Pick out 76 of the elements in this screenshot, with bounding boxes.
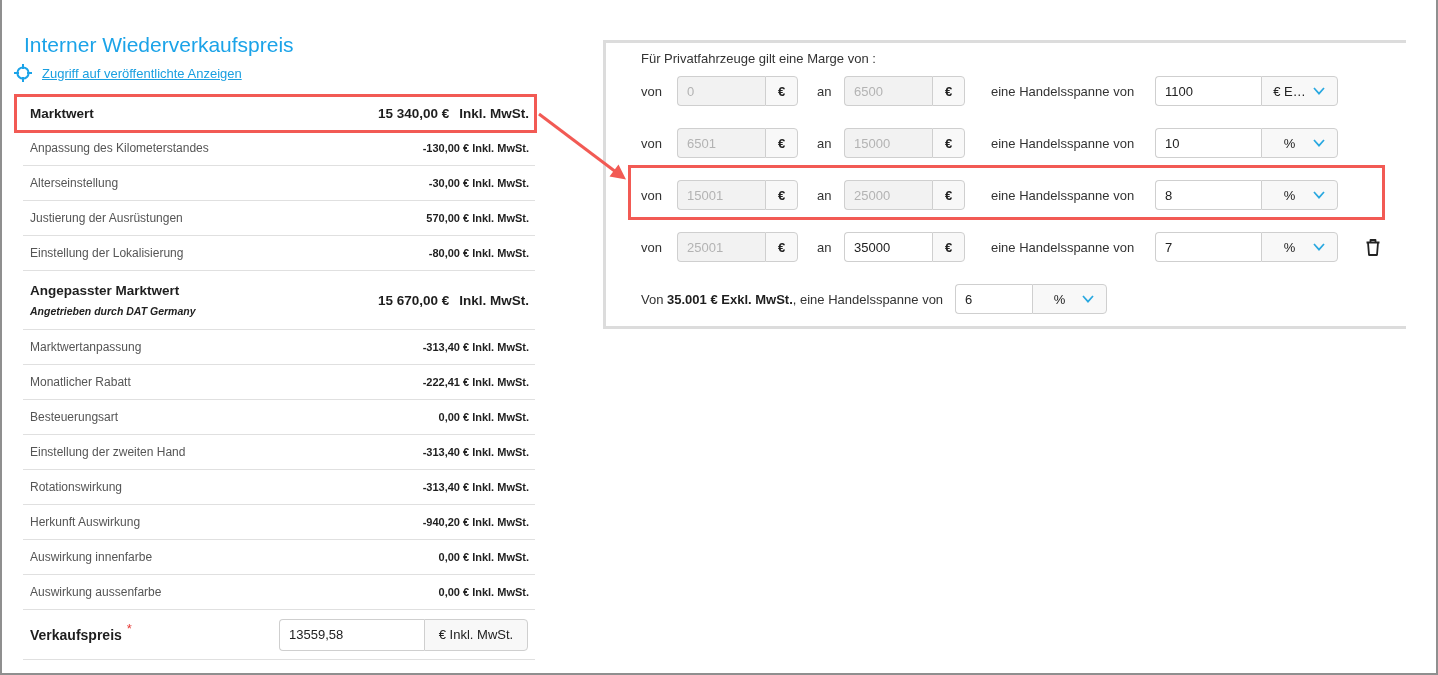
row-value: -222,41 € Inkl. MwSt. bbox=[422, 376, 529, 388]
row-value: -313,40 € Inkl. MwSt. bbox=[422, 481, 529, 493]
crosshair-icon bbox=[14, 64, 32, 82]
row-amount: 15 340,00 € bbox=[377, 105, 450, 121]
field-label: Verkaufspreis bbox=[30, 626, 122, 643]
row-value: 0,00 € Inkl. MwSt. bbox=[438, 551, 529, 563]
range-label: an bbox=[817, 135, 833, 151]
unit-label: € bbox=[932, 128, 965, 158]
range-label: an bbox=[817, 83, 833, 99]
panel-heading: Für Privatfahrzeuge gilt eine Marge von : bbox=[641, 51, 877, 67]
unit-label: € bbox=[932, 180, 965, 210]
page-title: Interner Wiederverkaufspreis bbox=[23, 33, 295, 57]
row-value: 0,00 € Inkl. MwSt. bbox=[438, 411, 529, 423]
row-value: -313,40 € Inkl. MwSt. bbox=[422, 341, 529, 353]
row-label: Marktwertanpassung bbox=[30, 340, 142, 354]
row-label: Auswirkung aussenfarbe bbox=[30, 585, 162, 599]
row-label: Anpassung des Kilometerstandes bbox=[30, 141, 209, 155]
input-field[interactable]: 7 bbox=[1155, 232, 1261, 262]
row-value: -130,00 € Inkl. MwSt. bbox=[422, 142, 529, 154]
row-label: Monatlicher Rabatt bbox=[30, 375, 131, 389]
margin-label: eine Handelsspanne von bbox=[991, 83, 1136, 99]
row-label: Herkunft Auswirkung bbox=[30, 515, 141, 529]
unit-label: € bbox=[765, 76, 798, 106]
unit-select[interactable]: % bbox=[1032, 284, 1108, 314]
row-value: 0,00 € Inkl. MwSt. bbox=[438, 586, 529, 598]
required-mark: * bbox=[126, 621, 132, 635]
chevron-down-icon bbox=[1313, 243, 1325, 251]
row-label: Besteuerungsart bbox=[30, 410, 119, 424]
range-label: von bbox=[641, 83, 663, 99]
row-value: 570,00 € Inkl. MwSt. bbox=[426, 212, 529, 224]
unit-label: € bbox=[765, 232, 798, 262]
range-label: von bbox=[641, 187, 663, 203]
tax-label: Inkl. MwSt. bbox=[459, 292, 529, 308]
row-value: -940,20 € Inkl. MwSt. bbox=[422, 516, 529, 528]
range-label: von bbox=[641, 135, 663, 151]
input-field[interactable]: 10 bbox=[1155, 128, 1261, 158]
row-label: Einstellung der zweiten Hand bbox=[30, 445, 186, 459]
row-label: Angepasster Marktwert bbox=[30, 283, 180, 298]
row-value: -313,40 € Inkl. MwSt. bbox=[422, 446, 529, 458]
trash-icon[interactable] bbox=[1366, 238, 1380, 256]
row-note: Angetrieben durch DAT Germany bbox=[30, 305, 196, 317]
input-field[interactable]: 35000 bbox=[844, 232, 932, 262]
row-value: -80,00 € Inkl. MwSt. bbox=[428, 247, 529, 259]
row-label: Justierung der Ausrüstungen bbox=[30, 211, 183, 225]
row-label: Marktwert bbox=[30, 105, 94, 121]
row-value: -30,00 € Inkl. MwSt. bbox=[428, 177, 529, 189]
input-field[interactable]: 13559,58 bbox=[279, 618, 424, 651]
unit-label: € Inkl. MwSt. bbox=[424, 618, 528, 651]
unit-select[interactable]: % bbox=[1261, 128, 1338, 158]
chevron-down-icon bbox=[1313, 139, 1325, 147]
range-label: von bbox=[641, 239, 663, 255]
input-field[interactable]: 6 bbox=[955, 284, 1033, 314]
row-label: Einstellung der Lokalisierung bbox=[30, 246, 184, 260]
input-field[interactable]: 8 bbox=[1155, 180, 1261, 210]
range-label: an bbox=[817, 187, 833, 203]
chevron-down-icon bbox=[1313, 191, 1325, 199]
unit-select[interactable]: % bbox=[1261, 180, 1338, 210]
margin-label: eine Handelsspanne von bbox=[991, 239, 1136, 255]
chevron-down-icon bbox=[1313, 87, 1325, 95]
margin-label: eine Handelsspanne von bbox=[991, 187, 1136, 203]
unit-label: € bbox=[765, 128, 798, 158]
row-label: Auswirkung innenfarbe bbox=[30, 550, 153, 564]
unit-label: € bbox=[765, 180, 798, 210]
tax-label: Inkl. MwSt. bbox=[459, 105, 529, 121]
margin-rule-text: Von 35.001 € Exkl. MwSt., eine Handelsspanne von bbox=[641, 291, 944, 307]
row-label: Rotationswirkung bbox=[30, 480, 123, 494]
margin-label: eine Handelsspanne von bbox=[991, 135, 1136, 151]
unit-select[interactable]: € E… bbox=[1261, 76, 1338, 106]
row-amount: 15 670,00 € bbox=[377, 292, 450, 308]
unit-label: € bbox=[932, 232, 965, 262]
row-label: Alterseinstellung bbox=[30, 176, 119, 190]
unit-select[interactable]: % bbox=[1261, 232, 1338, 262]
input-field[interactable]: 1100 bbox=[1155, 76, 1261, 106]
range-label: an bbox=[817, 239, 833, 255]
unit-label: € bbox=[932, 76, 965, 106]
chevron-down-icon bbox=[1082, 295, 1095, 303]
